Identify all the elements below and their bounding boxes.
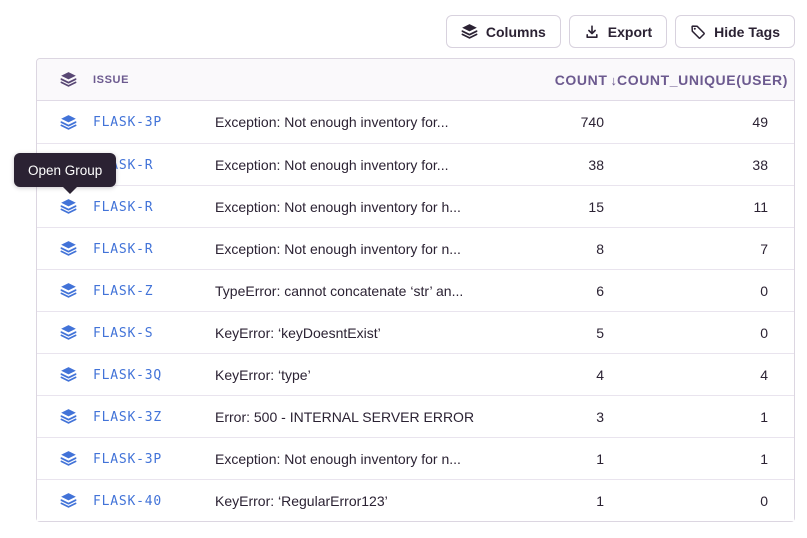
- layers-icon: [461, 23, 478, 40]
- tooltip-label: Open Group: [28, 163, 102, 178]
- issue-title: KeyError: ‘keyDoesntExist’: [215, 325, 513, 341]
- issue-link[interactable]: FLASK-3P: [93, 115, 162, 130]
- count-unique-value: 4: [617, 367, 794, 383]
- count-unique-value: 0: [617, 283, 794, 299]
- columns-button[interactable]: Columns: [446, 15, 561, 48]
- open-group-stack-icon[interactable]: [60, 450, 77, 467]
- header-issue[interactable]: ISSUE: [93, 74, 215, 86]
- issue-link[interactable]: FLASK-R: [93, 242, 153, 257]
- open-group-stack-icon[interactable]: [60, 240, 77, 257]
- issue-title: Error: 500 - INTERNAL SERVER ERROR: [215, 409, 513, 425]
- table-header-row: ISSUE COUNT↓ COUNT_UNIQUE(USER): [37, 59, 794, 101]
- issue-link[interactable]: FLASK-Z: [93, 284, 153, 299]
- table-row[interactable]: FLASK-R Exception: Not enough inventory …: [37, 185, 794, 227]
- open-group-stack-icon[interactable]: [60, 408, 77, 425]
- issue-title: KeyError: ‘type’: [215, 367, 513, 383]
- issue-title: KeyError: ‘RegularError123’: [215, 493, 513, 509]
- issue-link[interactable]: FLASK-40: [93, 494, 162, 509]
- download-icon: [584, 24, 600, 40]
- columns-button-label: Columns: [486, 24, 546, 40]
- count-unique-value: 0: [617, 325, 794, 341]
- table-row[interactable]: FLASK-3P Exception: Not enough inventory…: [37, 101, 794, 143]
- row-icon-cell: [37, 408, 93, 425]
- table-row[interactable]: FLASK-3Q KeyError: ‘type’ 4 4: [37, 353, 794, 395]
- table-body: FLASK-3P Exception: Not enough inventory…: [37, 101, 794, 521]
- count-value: 4: [513, 367, 617, 383]
- open-group-stack-icon[interactable]: [60, 366, 77, 383]
- header-count-unique[interactable]: COUNT_UNIQUE(USER): [617, 72, 794, 88]
- issue-title: Exception: Not enough inventory for...: [215, 114, 513, 130]
- issue-title: TypeError: cannot concatenate ‘str’ an..…: [215, 283, 513, 299]
- count-unique-value: 7: [617, 241, 794, 257]
- count-value: 8: [513, 241, 617, 257]
- open-group-tooltip: Open Group: [14, 153, 116, 187]
- issue-link[interactable]: FLASK-3Z: [93, 410, 162, 425]
- row-icon-cell: [37, 198, 93, 215]
- count-unique-value: 49: [617, 114, 794, 130]
- count-unique-value: 38: [617, 157, 794, 173]
- count-unique-value: 11: [617, 199, 794, 215]
- count-value: 3: [513, 409, 617, 425]
- row-icon-cell: [37, 492, 93, 509]
- results-table: ISSUE COUNT↓ COUNT_UNIQUE(USER): [36, 58, 795, 522]
- stack-icon: [60, 71, 77, 88]
- issue-title: Exception: Not enough inventory for h...: [215, 199, 513, 215]
- row-icon-cell: [37, 240, 93, 257]
- table-row[interactable]: FLASK-3Z Error: 500 - INTERNAL SERVER ER…: [37, 395, 794, 437]
- count-value: 740: [513, 114, 617, 130]
- row-icon-cell: [37, 450, 93, 467]
- export-button[interactable]: Export: [569, 15, 667, 48]
- count-value: 38: [513, 157, 617, 173]
- issue-link[interactable]: FLASK-R: [93, 200, 153, 215]
- open-group-stack-icon[interactable]: [60, 324, 77, 341]
- count-value: 5: [513, 325, 617, 341]
- table-row[interactable]: FLASK-40 KeyError: ‘RegularError123’ 1 0: [37, 479, 794, 521]
- table-row[interactable]: FLASK-S KeyError: ‘keyDoesntExist’ 5 0: [37, 311, 794, 353]
- count-value: 1: [513, 451, 617, 467]
- table-row[interactable]: FLASK-3P Exception: Not enough inventory…: [37, 437, 794, 479]
- count-value: 1: [513, 493, 617, 509]
- table-row[interactable]: FLASK-Z TypeError: cannot concatenate ‘s…: [37, 269, 794, 311]
- row-icon-cell: [37, 282, 93, 299]
- tooltip-arrow: [63, 187, 77, 194]
- count-value: 6: [513, 283, 617, 299]
- row-icon-cell: [37, 114, 93, 131]
- count-unique-value: 1: [617, 409, 794, 425]
- table-toolbar: Columns Export Hide Tags: [446, 15, 795, 48]
- row-icon-cell: [37, 366, 93, 383]
- issue-title: Exception: Not enough inventory for n...: [215, 451, 513, 467]
- hide-tags-button-label: Hide Tags: [714, 24, 780, 40]
- issue-link[interactable]: FLASK-3P: [93, 452, 162, 467]
- count-unique-value: 1: [617, 451, 794, 467]
- issue-title: Exception: Not enough inventory for n...: [215, 241, 513, 257]
- issue-title: Exception: Not enough inventory for...: [215, 157, 513, 173]
- open-group-stack-icon[interactable]: [60, 198, 77, 215]
- hide-tags-button[interactable]: Hide Tags: [675, 15, 795, 48]
- open-group-stack-icon[interactable]: [60, 492, 77, 509]
- export-button-label: Export: [608, 24, 652, 40]
- issue-link[interactable]: FLASK-3Q: [93, 368, 162, 383]
- table-row[interactable]: FLASK-R Exception: Not enough inventory …: [37, 143, 794, 185]
- open-group-stack-icon[interactable]: [60, 282, 77, 299]
- open-group-stack-icon[interactable]: [60, 114, 77, 131]
- discover-results-screen: Columns Export Hide Tags: [0, 0, 807, 538]
- header-icon-cell: [37, 71, 93, 88]
- count-unique-value: 0: [617, 493, 794, 509]
- tag-icon: [690, 24, 706, 40]
- table-row[interactable]: FLASK-R Exception: Not enough inventory …: [37, 227, 794, 269]
- count-value: 15: [513, 199, 617, 215]
- header-count[interactable]: COUNT↓: [513, 72, 617, 88]
- issue-link[interactable]: FLASK-S: [93, 326, 153, 341]
- row-icon-cell: [37, 324, 93, 341]
